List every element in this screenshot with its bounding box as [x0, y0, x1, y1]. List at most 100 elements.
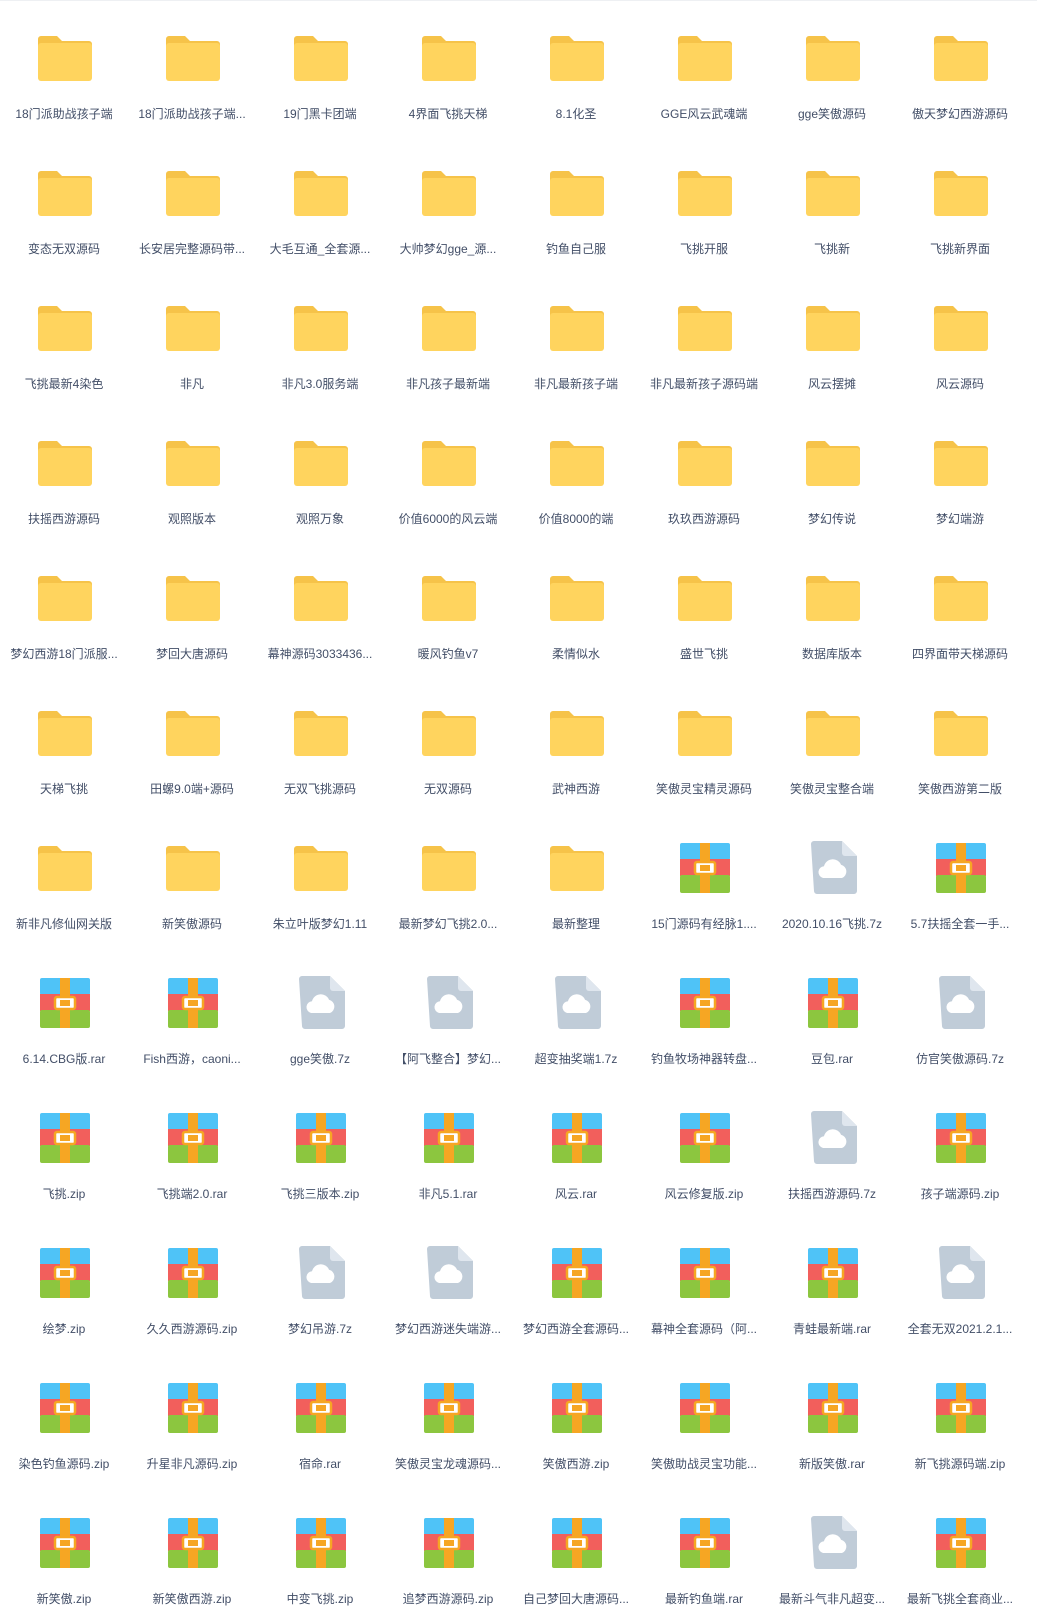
file-item[interactable]: 非凡孩子最新端 — [384, 270, 512, 405]
file-item[interactable]: 追梦西游源码.zip — [384, 1485, 512, 1620]
file-item[interactable]: 飞挑.zip — [0, 1080, 128, 1215]
file-item[interactable]: 5.7扶摇全套一手... — [896, 810, 1024, 945]
file-item[interactable]: 笑傲灵宝精灵源码 — [640, 675, 768, 810]
file-item[interactable]: 染色钓鱼源码.zip — [0, 1350, 128, 1485]
file-item[interactable]: 飞挑新界面 — [896, 135, 1024, 270]
file-item[interactable]: 武神西游 — [512, 675, 640, 810]
file-item[interactable]: 中变飞挑.zip — [256, 1485, 384, 1620]
file-item[interactable]: 暖风钓鱼v7 — [384, 540, 512, 675]
file-item[interactable]: 最新飞挑全套商业... — [896, 1485, 1024, 1620]
file-item[interactable]: 新飞挑源码端.zip — [896, 1350, 1024, 1485]
file-item[interactable]: 最新梦幻飞挑2.0... — [384, 810, 512, 945]
file-item[interactable]: 价值8000的端 — [512, 405, 640, 540]
file-item[interactable]: 飞挑新 — [768, 135, 896, 270]
file-item[interactable]: 柔情似水 — [512, 540, 640, 675]
file-item[interactable]: 风云摆摊 — [768, 270, 896, 405]
file-item[interactable]: 梦回大唐源码 — [128, 540, 256, 675]
file-item[interactable]: 田螺9.0端+源码 — [128, 675, 256, 810]
archive-icon — [805, 1245, 861, 1301]
file-item[interactable]: 数据库版本 — [768, 540, 896, 675]
file-item[interactable]: gge笑傲源码 — [768, 0, 896, 135]
file-item[interactable]: 4界面飞挑天梯 — [384, 0, 512, 135]
file-item[interactable]: 笑傲助战灵宝功能... — [640, 1350, 768, 1485]
file-item[interactable]: Fish西游，caoni... — [128, 945, 256, 1080]
file-item[interactable]: 四界面带天梯源码 — [896, 540, 1024, 675]
file-item[interactable]: 玖玖西游源码 — [640, 405, 768, 540]
file-item[interactable]: 全套无双2021.2.1... — [896, 1215, 1024, 1350]
file-item[interactable]: GGE风云武魂端 — [640, 0, 768, 135]
file-item[interactable]: 新非凡修仙网关版 — [0, 810, 128, 945]
file-item[interactable]: 大帅梦幻gge_源... — [384, 135, 512, 270]
file-item[interactable]: 梦幻端游 — [896, 405, 1024, 540]
file-item[interactable]: 非凡3.0服务端 — [256, 270, 384, 405]
file-item[interactable]: 自己梦回大唐源码... — [512, 1485, 640, 1620]
file-item[interactable]: 8.1化圣 — [512, 0, 640, 135]
file-item[interactable]: 飞挑端2.0.rar — [128, 1080, 256, 1215]
file-item[interactable]: 风云修复版.zip — [640, 1080, 768, 1215]
file-item[interactable]: 最新钓鱼端.rar — [640, 1485, 768, 1620]
file-item[interactable]: 长安居完整源码带... — [128, 135, 256, 270]
file-item[interactable]: 傲天梦幻西游源码 — [896, 0, 1024, 135]
file-item[interactable]: 宿命.rar — [256, 1350, 384, 1485]
file-item[interactable]: 2020.10.16飞挑.7z — [768, 810, 896, 945]
file-item[interactable]: 飞挑最新4染色 — [0, 270, 128, 405]
file-item[interactable]: 绘梦.zip — [0, 1215, 128, 1350]
file-item[interactable]: 扶摇西游源码.7z — [768, 1080, 896, 1215]
file-item[interactable]: 钓鱼牧场神器转盘... — [640, 945, 768, 1080]
file-item[interactable]: 非凡最新孩子端 — [512, 270, 640, 405]
file-item[interactable]: 大毛互通_全套源... — [256, 135, 384, 270]
file-item[interactable]: 笑傲灵宝龙魂源码... — [384, 1350, 512, 1485]
file-item[interactable]: 青蛙最新端.rar — [768, 1215, 896, 1350]
file-item[interactable]: 【阿飞整合】梦幻... — [384, 945, 512, 1080]
file-item[interactable]: 幕神源码3033436... — [256, 540, 384, 675]
file-item[interactable]: 朱立叶版梦幻1.11 — [256, 810, 384, 945]
file-item[interactable]: 观照版本 — [128, 405, 256, 540]
file-item[interactable]: gge笑傲.7z — [256, 945, 384, 1080]
file-item[interactable]: 仿官笑傲源码.7z — [896, 945, 1024, 1080]
file-item[interactable]: 盛世飞挑 — [640, 540, 768, 675]
file-item[interactable]: 笑傲西游.zip — [512, 1350, 640, 1485]
file-item[interactable]: 梦幻吊游.7z — [256, 1215, 384, 1350]
file-item[interactable]: 超变抽奖端1.7z — [512, 945, 640, 1080]
file-item[interactable]: 新版笑傲.rar — [768, 1350, 896, 1485]
file-item[interactable]: 风云.rar — [512, 1080, 640, 1215]
file-item[interactable]: 15门源码有经脉1.... — [640, 810, 768, 945]
file-item[interactable]: 豆包.rar — [768, 945, 896, 1080]
file-item[interactable]: 新笑傲.zip — [0, 1485, 128, 1620]
file-item[interactable]: 最新斗气非凡超变... — [768, 1485, 896, 1620]
file-item[interactable]: 飞挑三版本.zip — [256, 1080, 384, 1215]
file-item[interactable]: 无双飞挑源码 — [256, 675, 384, 810]
file-name: 大帅梦幻gge_源... — [399, 242, 497, 256]
file-item[interactable]: 新笑傲源码 — [128, 810, 256, 945]
folder-icon — [165, 30, 221, 86]
file-item[interactable]: 笑傲西游第二版 — [896, 675, 1024, 810]
file-item[interactable]: 梦幻西游全套源码... — [512, 1215, 640, 1350]
file-item[interactable]: 幕神全套源码（阿... — [640, 1215, 768, 1350]
file-item[interactable]: 梦幻西游迷失端游... — [384, 1215, 512, 1350]
file-item[interactable]: 天梯飞挑 — [0, 675, 128, 810]
file-item[interactable]: 19门黑卡团端 — [256, 0, 384, 135]
file-item[interactable]: 风云源码 — [896, 270, 1024, 405]
file-item[interactable]: 变态无双源码 — [0, 135, 128, 270]
file-name: 新笑傲西游.zip — [152, 1592, 232, 1606]
file-item[interactable]: 6.14.CBG版.rar — [0, 945, 128, 1080]
file-item[interactable]: 非凡最新孩子源码端 — [640, 270, 768, 405]
file-item[interactable]: 非凡5.1.rar — [384, 1080, 512, 1215]
file-item[interactable]: 最新整理 — [512, 810, 640, 945]
file-item[interactable]: 梦幻传说 — [768, 405, 896, 540]
file-item[interactable]: 价值6000的风云端 — [384, 405, 512, 540]
file-item[interactable]: 非凡 — [128, 270, 256, 405]
file-item[interactable]: 无双源码 — [384, 675, 512, 810]
file-item[interactable]: 笑傲灵宝整合端 — [768, 675, 896, 810]
file-item[interactable]: 升星非凡源码.zip — [128, 1350, 256, 1485]
file-item[interactable]: 飞挑开服 — [640, 135, 768, 270]
file-item[interactable]: 观照万象 — [256, 405, 384, 540]
file-item[interactable]: 钓鱼自己服 — [512, 135, 640, 270]
file-item[interactable]: 孩子端源码.zip — [896, 1080, 1024, 1215]
file-item[interactable]: 久久西游源码.zip — [128, 1215, 256, 1350]
file-item[interactable]: 18门派助战孩子端... — [128, 0, 256, 135]
file-item[interactable]: 扶摇西游源码 — [0, 405, 128, 540]
file-item[interactable]: 新笑傲西游.zip — [128, 1485, 256, 1620]
file-item[interactable]: 梦幻西游18门派服... — [0, 540, 128, 675]
file-item[interactable]: 18门派助战孩子端 — [0, 0, 128, 135]
